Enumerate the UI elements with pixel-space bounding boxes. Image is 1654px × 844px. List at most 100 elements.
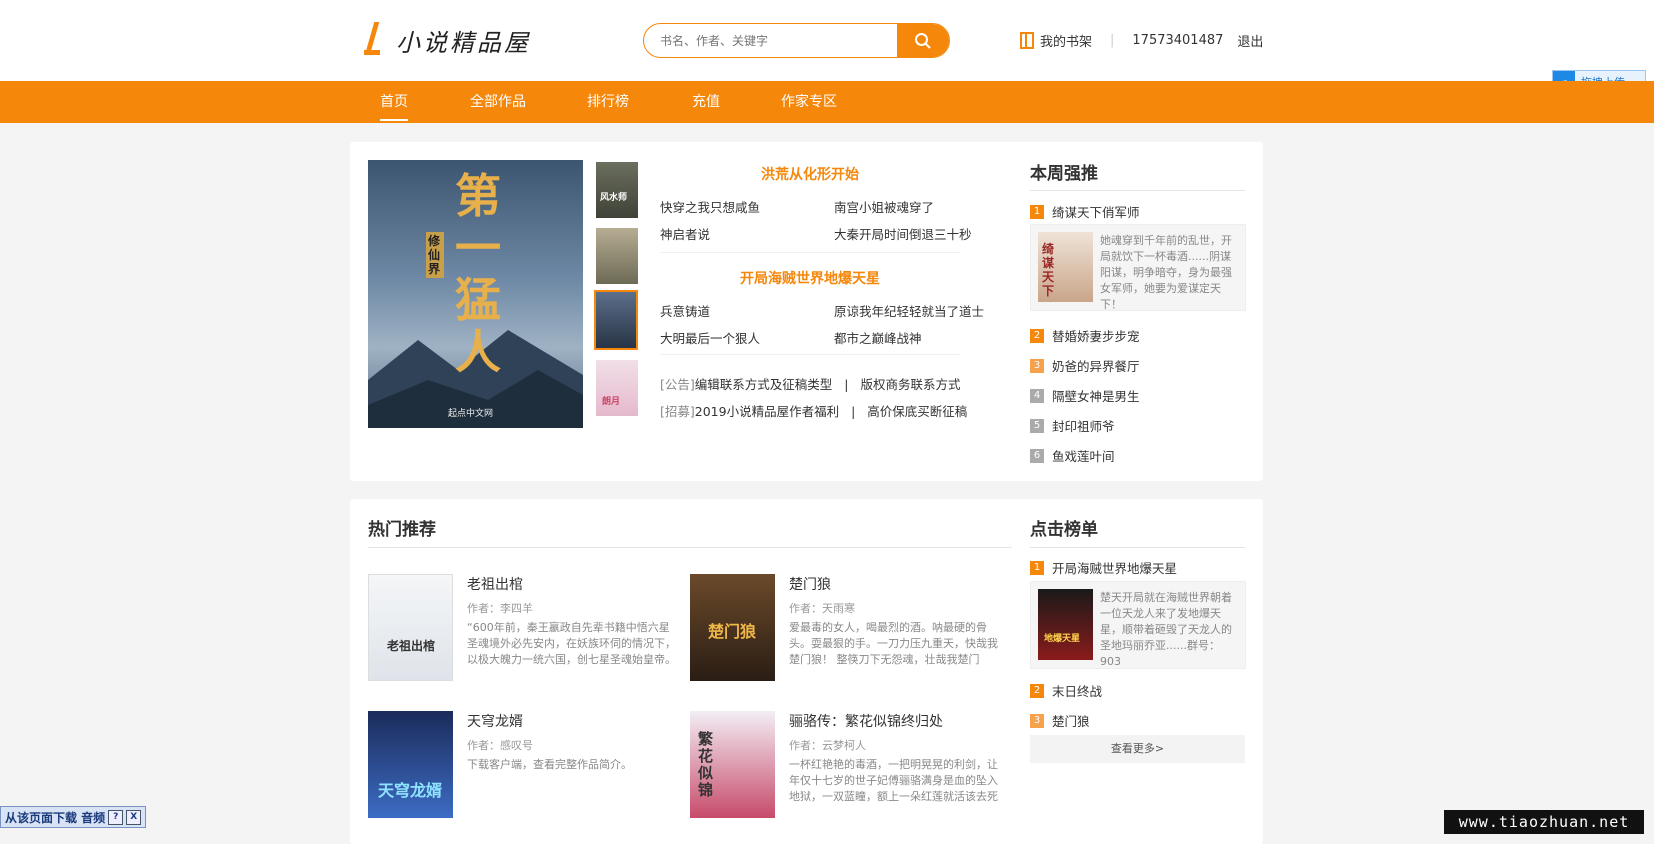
hot-book-desc: “600年前，秦王嬴政自先辈书籍中悟六星圣魂境外必先安内，在妖族环伺的情况下，以…: [467, 621, 676, 666]
hot-book-cover-label: 楚门狼: [708, 622, 757, 641]
nav-all-works[interactable]: 全部作品: [470, 81, 526, 123]
hot-title: 热门推荐: [368, 520, 436, 540]
weekly-title-line: [1030, 190, 1245, 191]
weekly-rank-item[interactable]: 5 封印祖师爷: [1030, 416, 1115, 435]
hot-book-cover-label: 天穹龙婿: [378, 781, 443, 800]
hot-book-desc: 一杯红艳艳的毒酒，一把明晃晃的利剑，让年仅十七岁的世子妃傅骊骆满身是血的坠入地狱…: [789, 758, 998, 803]
weekly-top-cover-label: 绮谋天下: [1042, 242, 1055, 298]
nav-author-zone[interactable]: 作家专区: [781, 81, 837, 123]
featured-link[interactable]: 兵意铸道: [660, 301, 710, 320]
click-rank-title-line: [1030, 547, 1245, 548]
featured-cover[interactable]: 第一猛人 修仙界 起点中文网: [368, 160, 583, 428]
notice-link[interactable]: 编辑联系方式及征稿类型: [695, 377, 833, 392]
hot-book-cover[interactable]: 老祖出棺: [368, 574, 453, 681]
click-rank-item[interactable]: 1 开局海贼世界地爆天星: [1030, 558, 1177, 577]
site-logo[interactable]: 小说精品屋: [362, 22, 531, 58]
notice-link[interactable]: 高价保底买断征稿: [867, 404, 967, 419]
rank-title: 隔壁女神是男生: [1052, 389, 1140, 404]
hot-book-title[interactable]: 老祖出棺: [467, 574, 523, 594]
weekly-rank-item[interactable]: 1 绮谋天下俏军师: [1030, 202, 1140, 221]
site-watermark: www.tiaozhuan.net: [1444, 810, 1644, 834]
hot-book-title[interactable]: 天穹龙婿: [467, 711, 523, 731]
search-input[interactable]: [644, 24, 897, 57]
featured-link[interactable]: 大明最后一个狠人: [660, 328, 760, 347]
featured-link[interactable]: 神启者说: [660, 224, 710, 243]
rank-number: 2: [1030, 683, 1044, 698]
hot-title-line: [368, 547, 1012, 548]
notice-sep: |: [851, 404, 856, 419]
user-bar: 我的书架 | 17573401487 退出: [1020, 31, 1263, 50]
featured-link[interactable]: 快穿之我只想咸鱼: [660, 197, 760, 216]
weekly-top-cover[interactable]: 绮谋天下: [1038, 232, 1093, 302]
bookshelf-icon: [1020, 32, 1034, 49]
nav-ranking[interactable]: 排行榜: [587, 81, 629, 123]
rank-number: 1: [1030, 560, 1044, 575]
featured-panel: 第一猛人 修仙界 起点中文网 风水师 朗月 洪荒从化形开始 快穿之我只想咸鱼 南…: [350, 142, 1263, 481]
search-box: [643, 23, 950, 58]
hot-book-title[interactable]: 楚门狼: [789, 574, 831, 594]
rank-title: 绮谋天下俏军师: [1052, 205, 1140, 220]
weekly-rank-item[interactable]: 6 鱼戏莲叶间: [1030, 446, 1115, 465]
download-toolbar-label[interactable]: 从该页面下载 音频: [5, 809, 105, 826]
featured-group-2-title[interactable]: 开局海贼世界地爆天星: [660, 268, 960, 288]
hot-book-author: 作者：李四羊: [467, 602, 533, 615]
click-rank-top-cover-label: 地爆天星: [1044, 634, 1081, 644]
hot-book-cover[interactable]: 天穹龙婿: [368, 711, 453, 818]
cover-publisher: 起点中文网: [448, 409, 494, 419]
notice-link[interactable]: 版权商务联系方式: [860, 377, 960, 392]
divider: [660, 354, 960, 355]
rank-number: 1: [1030, 204, 1044, 219]
notice-tag: [公告]: [660, 377, 695, 392]
user-phone[interactable]: 17573401487: [1132, 33, 1223, 48]
hot-book-cover[interactable]: 楚门狼: [690, 574, 775, 681]
notice-row-2: [招募]2019小说精品屋作者福利 | 高价保底买断征稿: [660, 401, 967, 420]
help-icon[interactable]: ?: [108, 809, 124, 825]
weekly-rank-item[interactable]: 3 奶爸的异界餐厅: [1030, 356, 1140, 375]
logout-link[interactable]: 退出: [1237, 31, 1263, 50]
close-icon[interactable]: X: [126, 809, 142, 825]
featured-link[interactable]: 都市之巅峰战神: [834, 328, 922, 347]
click-rank-top-desc: 楚天开局就在海贼世界朝着一位天龙人来了发地爆天星，顺带着砸毁了天龙人的圣地玛丽乔…: [1100, 591, 1232, 668]
featured-link[interactable]: 原谅我年纪轻轻就当了道士: [834, 301, 984, 320]
search-button[interactable]: [897, 24, 949, 57]
click-rank-item[interactable]: 2 末日终战: [1030, 681, 1102, 700]
featured-thumb-3-active[interactable]: [594, 290, 638, 350]
rank-title: 末日终战: [1052, 684, 1103, 699]
rank-number: 3: [1030, 713, 1044, 728]
featured-group-1-title[interactable]: 洪荒从化形开始: [660, 164, 960, 184]
nav-home[interactable]: 首页: [380, 81, 408, 123]
hot-book-author: 作者：天雨寒: [789, 602, 855, 615]
featured-thumb-1[interactable]: 风水师: [596, 162, 638, 218]
featured-thumb-4[interactable]: 朗月: [596, 360, 638, 416]
download-toolbar[interactable]: 从该页面下载 音频 ? X: [0, 806, 147, 828]
top-header: 小说精品屋 我的书架 | 17573401487 退出: [0, 0, 1654, 81]
user-bar-divider: |: [1110, 33, 1115, 48]
hot-book-desc: 爱最毒的女人，喝最烈的酒。呐最硬的骨头。耍最狠的手。一刀力压九重天，快哉我楚门狼…: [789, 621, 998, 666]
notice-link[interactable]: 2019小说精品屋作者福利: [695, 404, 839, 419]
divider: [660, 252, 960, 253]
thumb-4-label: 朗月: [602, 397, 621, 407]
hot-panel: 热门推荐 老祖出棺 老祖出棺 作者：李四羊 “600年前，秦王嬴政自先辈书籍中悟…: [350, 499, 1263, 844]
click-rank-item[interactable]: 3 楚门狼: [1030, 711, 1090, 730]
view-more-button[interactable]: 查看更多>: [1030, 735, 1245, 763]
rank-title: 楚门狼: [1052, 714, 1090, 729]
my-shelf-link[interactable]: 我的书架: [1040, 31, 1092, 50]
hot-book-cover-label: 老祖出棺: [387, 639, 436, 653]
featured-link[interactable]: 大秦开局时间倒退三十秒: [834, 224, 972, 243]
nav-recharge[interactable]: 充值: [692, 81, 720, 123]
hot-book-cover[interactable]: 繁花似锦: [690, 711, 775, 818]
weekly-title: 本周强推: [1030, 164, 1098, 184]
click-rank-top-cover[interactable]: 地爆天星: [1038, 589, 1093, 660]
weekly-rank-item[interactable]: 2 替婚娇妻步步宠: [1030, 326, 1140, 345]
hot-book-title[interactable]: 骊骆传：繁花似锦终归处: [789, 711, 943, 731]
hot-book-author: 作者：感叹号: [467, 739, 533, 752]
weekly-rank-item[interactable]: 4 隔壁女神是男生: [1030, 386, 1140, 405]
cover-subtitle: 修仙界: [426, 232, 444, 278]
rank-title: 替婚娇妻步步宠: [1052, 329, 1140, 344]
rank-number: 5: [1030, 418, 1044, 433]
featured-thumb-2[interactable]: [596, 228, 638, 284]
rank-number: 2: [1030, 328, 1044, 343]
rank-title: 鱼戏莲叶间: [1052, 449, 1115, 464]
thumb-1-label: 风水师: [600, 193, 628, 203]
featured-link[interactable]: 南宫小姐被魂穿了: [834, 197, 934, 216]
